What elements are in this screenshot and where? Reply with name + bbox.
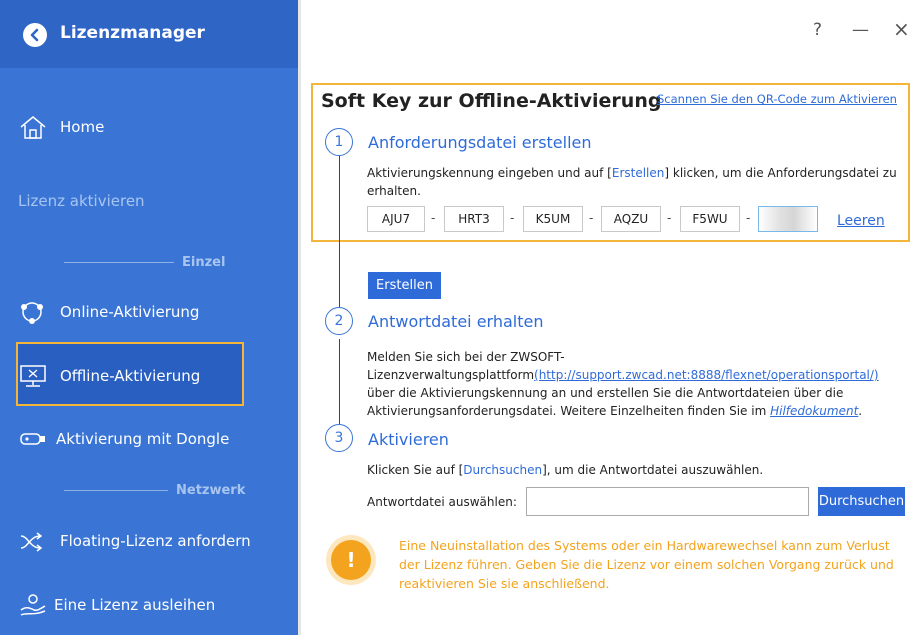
sidebar-item-label: Offline-Aktivierung: [60, 367, 201, 385]
response-file-input[interactable]: [526, 487, 809, 516]
sidebar-item-online[interactable]: Online-Aktivierung: [18, 292, 280, 332]
borrow-hand-icon: [18, 592, 52, 618]
section-label-activate: Lizenz aktivieren: [18, 192, 145, 210]
sidebar-item-label: Floating-Lizenz anfordern: [60, 532, 251, 550]
step3-description: Klicken Sie auf [Durchsuchen], um die An…: [367, 463, 764, 477]
key-field-2[interactable]: HRT3: [444, 206, 504, 232]
sidebar-item-label: Home: [60, 118, 105, 136]
clear-link[interactable]: Leeren: [837, 213, 885, 229]
step3-number: 3: [325, 424, 353, 452]
step2-title: Antwortdatei erhalten: [368, 312, 544, 331]
monitor-icon: [18, 363, 52, 389]
app-title: Lizenzmanager: [60, 23, 205, 43]
sidebar-item-dongle[interactable]: Aktivierung mit Dongle: [18, 419, 280, 459]
step1-title: Anforderungsdatei erstellen: [368, 133, 592, 152]
sidebar-item-borrow[interactable]: Eine Lizenz ausleihen: [18, 585, 280, 625]
sidebar-item-label: Aktivierung mit Dongle: [56, 430, 230, 448]
create-button[interactable]: Erstellen: [368, 272, 441, 299]
divider-label: Netzwerk: [176, 482, 246, 498]
step2-description: Melden Sie sich bei der ZWSOFT-Lizenzver…: [367, 350, 879, 418]
sidebar: Lizenzmanager Home Lizenz aktivieren Ein…: [0, 0, 298, 635]
browse-button[interactable]: Durchsuchen: [818, 487, 905, 516]
step2-number: 2: [325, 307, 353, 335]
warning-icon: !: [331, 540, 371, 580]
home-icon: [18, 114, 52, 140]
sidebar-item-label: Eine Lizenz ausleihen: [54, 596, 216, 614]
sidebar-item-label: Online-Aktivierung: [60, 303, 200, 321]
step3-title: Aktivieren: [368, 430, 449, 449]
floating-arrows-icon: [18, 528, 52, 554]
divider-label: Einzel: [182, 254, 226, 270]
divider-network: Netzwerk: [64, 480, 245, 500]
help-document-link[interactable]: Hilfedokument: [770, 404, 858, 418]
sidebar-scrollbar[interactable]: [298, 0, 301, 635]
qr-code-link[interactable]: Scannen Sie den QR-Code zum Aktivieren: [657, 92, 897, 106]
sidebar-item-home[interactable]: Home: [18, 107, 280, 147]
key-field-1[interactable]: AJU7: [367, 206, 425, 232]
sidebar-header: Lizenzmanager: [0, 0, 298, 68]
sidebar-item-offline[interactable]: Offline-Aktivierung: [18, 356, 280, 396]
sidebar-item-floating[interactable]: Floating-Lizenz anfordern: [18, 521, 280, 561]
dongle-icon: [18, 426, 52, 452]
divider-single: Einzel: [64, 252, 225, 272]
back-arrow-icon[interactable]: [23, 23, 47, 47]
minimize-icon[interactable]: —: [852, 20, 869, 40]
key-field-3[interactable]: K5UM: [523, 206, 583, 232]
key-field-6[interactable]: [758, 206, 818, 232]
response-file-label: Antwortdatei auswählen:: [367, 495, 517, 509]
step1-number: 1: [325, 128, 353, 156]
close-icon[interactable]: ×: [893, 17, 910, 41]
page-title: Soft Key zur Offline-Aktivierung: [321, 90, 662, 112]
help-icon[interactable]: ?: [813, 20, 822, 40]
key-field-5[interactable]: F5WU: [680, 206, 740, 232]
step-connector-line: [339, 339, 340, 426]
portal-link[interactable]: (http://support.zwcad.net:8888/flexnet/o…: [534, 368, 879, 382]
warning-text: Eine Neuinstallation des Systems oder ei…: [399, 538, 894, 591]
online-activation-icon: [18, 299, 52, 325]
step-connector-line: [339, 156, 340, 308]
step1-description: Aktivierungskennung eingeben und auf [Er…: [367, 166, 897, 198]
key-field-4[interactable]: AQZU: [601, 206, 661, 232]
